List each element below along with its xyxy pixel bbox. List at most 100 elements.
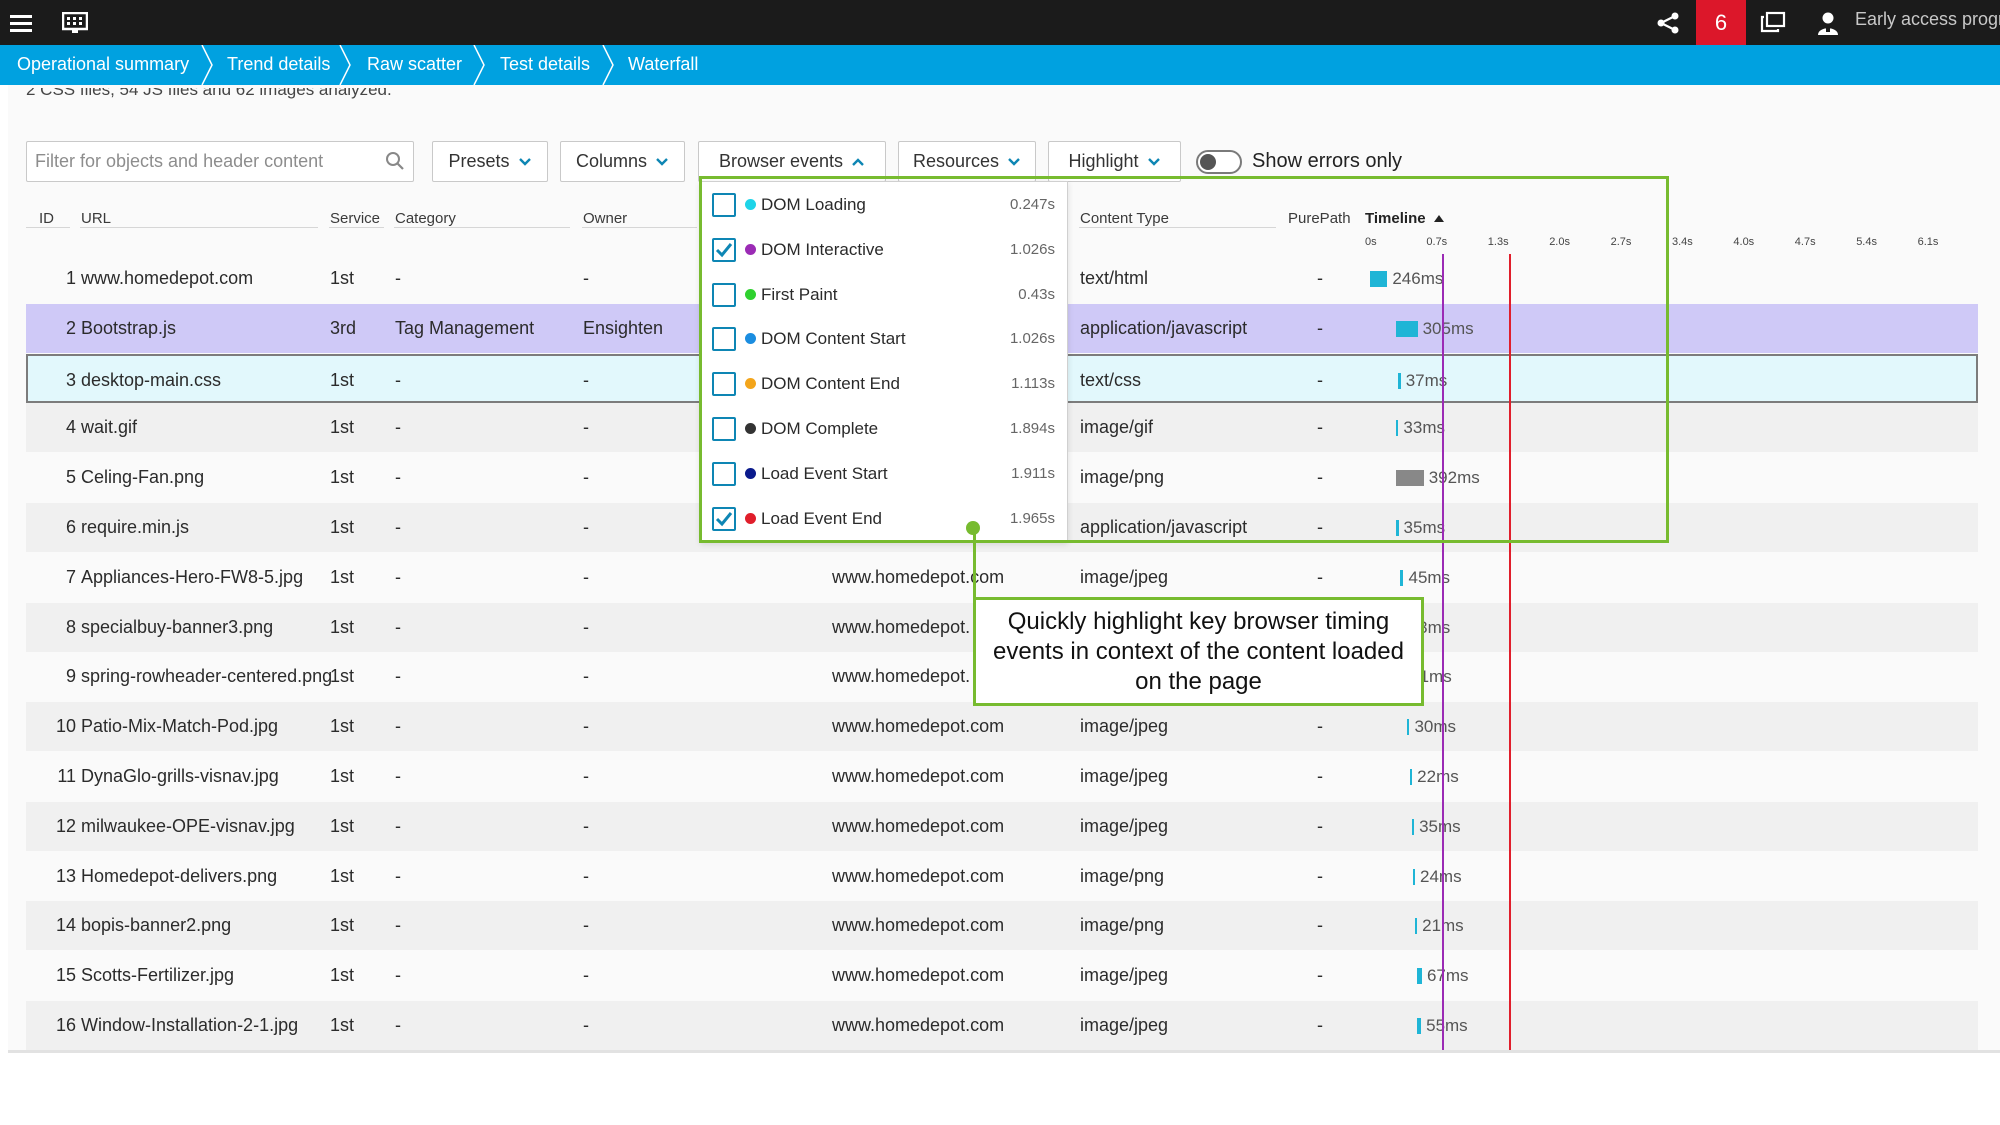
row-url-link[interactable]: Homedepot-delivers.png [81,852,277,901]
row-service: 1st [330,1015,355,1035]
table-row[interactable]: 12 milwaukee-OPE-visnav.jpg 1st - - www.homed… [26,801,1978,851]
timeline-duration: 30ms [1414,717,1457,737]
windows-icon[interactable] [1757,0,1789,45]
breadcrumb-test-details[interactable]: Test details [500,45,590,85]
timeline-bar[interactable] [1417,968,1422,985]
highlight-label: Highlight [1068,151,1139,171]
row-purepath[interactable]: - [1317,752,1323,801]
row-id: 12 [55,815,76,836]
timeline-bar[interactable] [1407,719,1410,736]
row-purepath[interactable]: - [1317,702,1323,751]
row-url-link[interactable]: Scotts-Fertilizer.jpg [81,951,234,1000]
timeline-duration: 35ms [1419,816,1461,836]
menu-icon[interactable] [6,0,36,45]
column-header-id[interactable]: ID [39,210,54,227]
row-category: - [395,965,401,986]
row-purepath[interactable]: - [1317,951,1323,1000]
row-domain: www.homedepot. [832,616,971,637]
timeline-bar[interactable] [1410,769,1413,785]
column-header-service[interactable]: Service [330,210,380,227]
breadcrumb-trend-details[interactable]: Trend details [227,45,330,85]
column-header-url[interactable]: URL [81,210,111,227]
row-category: - [395,865,401,886]
table-row[interactable]: 13 Homedepot-delivers.png 1st - - www.homedep… [26,852,1978,901]
breadcrumb-raw-scatter[interactable]: Raw scatter [367,45,462,85]
row-purepath[interactable]: - [1317,1001,1323,1050]
row-owner: - [583,517,589,537]
row-url-link[interactable]: Patio-Mix-Match-Pod.jpg [81,702,278,751]
row-domain: www.homedepot.com [832,965,1005,986]
columns-label: Columns [575,151,648,171]
row-purepath[interactable]: - [1317,802,1323,851]
row-service: 1st [330,716,355,737]
row-purepath[interactable]: - [1317,852,1323,901]
row-content-type: image/jpeg [1080,766,1169,786]
row-owner: - [583,467,589,488]
row-service: 1st [330,268,355,288]
table-row[interactable]: 16 Window-Installation-2-1.jpg 1st - - www.ho… [26,1001,1978,1050]
row-url-link[interactable]: www.homedepot.com [81,254,253,303]
table-row[interactable]: 7 Appliances-Hero-FW8-5.jpg 1st - - www.homed… [26,553,1978,602]
row-purepath[interactable]: - [1317,901,1323,950]
row-owner: - [583,666,589,687]
search-icon [386,152,404,170]
row-url-link[interactable]: Celing-Fan.png [81,453,204,502]
notification-badge[interactable]: 6 [1696,0,1746,45]
timeline-bar[interactable] [1417,1018,1422,1034]
column-header-owner[interactable]: Owner [583,210,627,227]
share-icon[interactable] [1652,0,1684,45]
header-divider [329,227,384,228]
table-row[interactable]: 11 DynaGlo-grills-visnav.jpg 1st - - www.home… [26,752,1978,801]
breadcrumb-operational-summary[interactable]: Operational summary [17,45,189,85]
filter-input[interactable] [27,142,367,181]
row-url-link[interactable]: Appliances-Hero-FW8-5.jpg [81,553,303,602]
table-row[interactable]: 10 Patio-Mix-Match-Pod.jpg 1st - - www.homede… [26,702,1978,752]
row-category: - [395,815,401,836]
row-service: 1st [330,915,355,936]
monitor-icon[interactable] [58,0,92,45]
row-url-link[interactable]: bopis-banner2.png [81,901,231,950]
breadcrumb-waterfall[interactable]: Waterfall [628,45,698,85]
row-url-link[interactable]: milwaukee-OPE-visnav.jpg [81,802,295,851]
row-service: 1st [330,865,355,886]
header-divider [80,227,318,228]
row-owner: - [583,815,589,836]
row-owner: - [583,915,589,936]
row-id: 8 [65,616,76,637]
timeline-bar[interactable] [1415,918,1418,935]
row-category: - [395,766,401,786]
annotation-highlight-box [699,176,1669,543]
row-url-link[interactable]: Window-Installation-2-1.jpg [81,1001,298,1050]
timeline-duration: 55ms [1426,1016,1468,1035]
row-service: 1st [330,467,355,488]
early-access-link[interactable]: Early access progra [1855,0,2000,45]
show-errors-toggle[interactable] [1196,150,1242,174]
user-icon[interactable] [1813,0,1843,45]
row-purepath[interactable]: - [1317,553,1323,602]
row-content-type: image/png [1080,865,1165,886]
filter-input-box[interactable] [26,141,414,182]
table-row[interactable]: 15 Scotts-Fertilizer.jpg 1st - - www.homedepo… [26,951,1978,1000]
row-category: - [395,915,401,936]
row-content-type: image/jpeg [1080,1015,1169,1035]
row-service: 3rd [330,317,357,338]
column-header-category[interactable]: Category [395,210,456,227]
row-url-link[interactable]: DynaGlo-grills-visnav.jpg [81,752,279,801]
row-url-link[interactable]: spring-rowheader-centered.png [81,652,332,701]
timeline-bar[interactable] [1400,569,1404,586]
presets-dropdown[interactable]: Presets [432,141,548,182]
table-row[interactable]: 14 bopis-banner2.png 1st - - www.homedepot.co… [26,901,1978,951]
row-id: 2 [65,317,76,338]
row-url-link[interactable]: wait.gif [81,403,137,452]
row-url-link[interactable]: desktop-main.css [81,356,221,405]
row-url-link[interactable]: Bootstrap.js [81,304,176,353]
row-url-link[interactable]: require.min.js [81,503,189,552]
timeline-bar[interactable] [1411,818,1415,835]
row-owner: - [583,865,589,886]
chevron-up-icon [852,157,864,166]
row-url-link[interactable]: specialbuy-banner3.png [81,603,273,652]
row-domain: www.homedepot.com [832,716,1005,737]
columns-dropdown[interactable]: Columns [560,141,685,182]
callout-connector [973,527,976,600]
timeline-bar[interactable] [1413,868,1415,885]
